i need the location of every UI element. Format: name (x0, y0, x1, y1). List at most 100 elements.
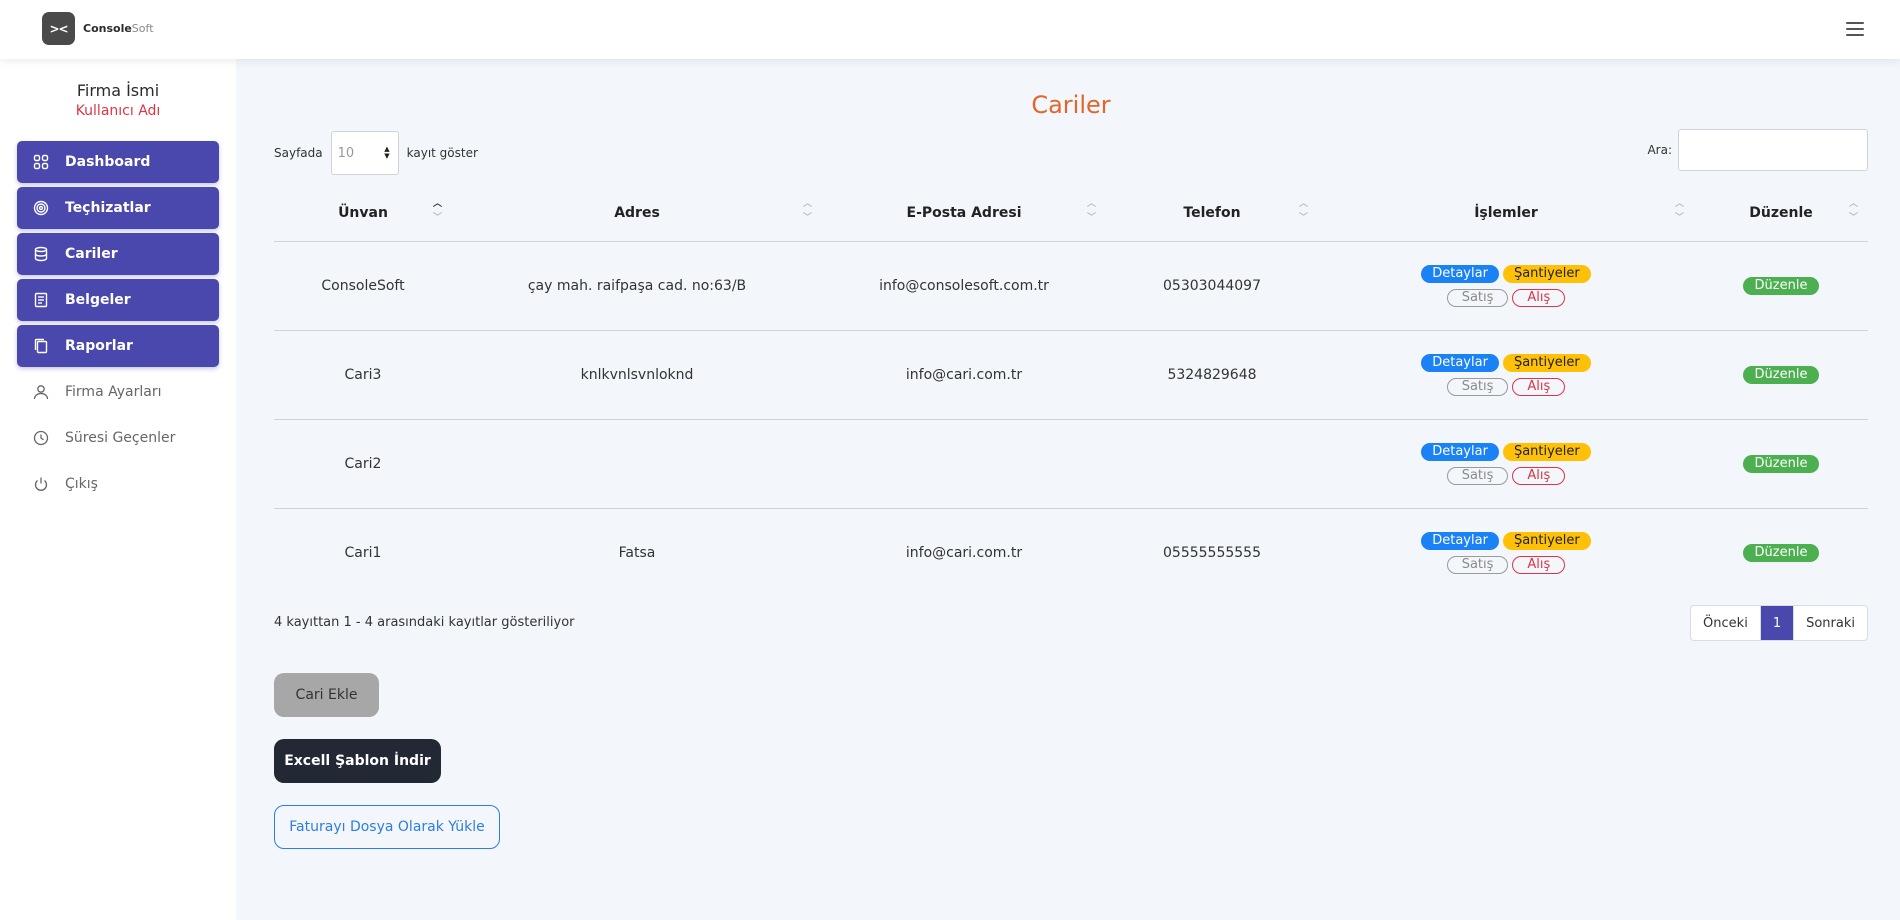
search-control: Ara: (1647, 129, 1868, 171)
clock-icon (33, 430, 49, 446)
page-title: Cariler (1031, 91, 1111, 119)
logo-text: ConsoleSoft (83, 22, 154, 35)
cell-eposta: info@cari.com.tr (822, 330, 1106, 420)
cell-islemler: Detaylar Şantiyeler Satış Alış (1318, 508, 1694, 597)
length-prefix: Sayfada (274, 146, 323, 160)
purchase-button[interactable]: Alış (1512, 288, 1566, 307)
purchase-button[interactable]: Alış (1512, 466, 1566, 485)
sidebar-item-suresi-gecenler[interactable]: Süresi Geçenler (17, 417, 219, 459)
sale-button[interactable]: Satış (1446, 288, 1509, 307)
sidebar-item-label: Teçhizatlar (65, 200, 151, 216)
cell-unvan: Cari2 (274, 419, 452, 509)
sale-button[interactable]: Satış (1446, 466, 1509, 485)
cell-islemler: Detaylar Şantiyeler Satış Alış (1318, 241, 1694, 331)
sites-button[interactable]: Şantiyeler (1502, 531, 1591, 550)
pagination: Önceki 1 Sonraki (1690, 605, 1868, 641)
database-icon (34, 246, 48, 262)
select-arrows-icon: ▲ ▼ (384, 145, 390, 160)
cell-eposta (822, 419, 1106, 509)
logo-mark: >< (42, 12, 75, 45)
upload-invoice-button[interactable]: Faturayı Dosya Olarak Yükle (274, 805, 500, 849)
cell-telefon: 05555555555 (1163, 544, 1261, 561)
column-header-unvan[interactable]: Ünvan ︿ ﹀ (274, 185, 452, 242)
sidebar-item-cikis[interactable]: Çıkış (17, 463, 219, 505)
sidebar-item-label: Cariler (65, 246, 118, 262)
page-length-value: 10 (337, 145, 355, 161)
cell-telefon: 5324829648 (1106, 330, 1318, 420)
sale-button[interactable]: Satış (1446, 555, 1509, 574)
column-header-duzenle[interactable]: Düzenle ︿ ﹀ (1694, 185, 1868, 242)
column-header-label: Telefon (1183, 204, 1241, 221)
user-name: Kullanıcı Adı (75, 103, 161, 119)
sort-icon: ︿ ﹀ (802, 199, 812, 223)
sidebar-item-techizatlar[interactable]: Teçhizatlar (17, 187, 219, 229)
pagination-previous[interactable]: Önceki (1691, 606, 1761, 640)
top-bar: >< ConsoleSoft (0, 0, 1900, 59)
sidebar-item-label: Çıkış (65, 476, 98, 492)
sort-icon: ︿ ﹀ (1848, 199, 1858, 223)
column-header-label: Adres (614, 204, 660, 221)
sidebar: Firma İsmi Kullanıcı Adı Dashboard Teçhi… (0, 59, 236, 920)
cell-duzenle: Düzenle (1694, 419, 1868, 509)
menu-toggle-icon[interactable] (1846, 22, 1864, 36)
table-row: Cari2 Detaylar Şantiyeler Satış Alış Düzenl… (274, 419, 1868, 509)
purchase-button[interactable]: Alış (1512, 555, 1566, 574)
sidebar-item-dashboard[interactable]: Dashboard (17, 141, 219, 183)
column-header-islemler[interactable]: İşlemler ︿ ﹀ (1318, 185, 1694, 242)
sort-icon: ︿ ﹀ (432, 199, 442, 223)
edit-button[interactable]: Düzenle (1742, 276, 1820, 295)
main-content: Cariler Sayfada 10 ▲ ▼ kayıt göster Ara: … (236, 59, 1900, 920)
document-icon (34, 292, 48, 308)
details-button[interactable]: Detaylar (1421, 531, 1499, 550)
sidebar-item-label: Firma Ayarları (65, 384, 162, 400)
target-icon (33, 200, 49, 216)
page-length-select[interactable]: 10 ▲ ▼ (330, 131, 399, 175)
cell-adres: çay mah. raifpaşa cad. no:63/B (452, 241, 822, 331)
column-header-eposta[interactable]: E-Posta Adresi ︿ ﹀ (822, 185, 1106, 242)
sidebar-item-label: Belgeler (65, 292, 131, 308)
details-button[interactable]: Detaylar (1421, 442, 1499, 461)
sale-button[interactable]: Satış (1446, 377, 1509, 396)
cell-duzenle: Düzenle (1694, 508, 1868, 597)
sites-button[interactable]: Şantiyeler (1502, 264, 1591, 283)
edit-button[interactable]: Düzenle (1742, 365, 1820, 384)
logo[interactable]: >< ConsoleSoft (42, 12, 154, 45)
cell-unvan: Cari1 (344, 544, 382, 561)
table-info: 4 kayıttan 1 - 4 arasındaki kayıtlar gös… (274, 615, 575, 630)
table-header-row: Ünvan ︿ ﹀ Adres ︿ ﹀ E-Posta Adresi ︿ ﹀ Telefon… (274, 185, 1868, 242)
cell-unvan: Cari3 (274, 330, 452, 420)
column-header-label: Düzenle (1749, 204, 1813, 221)
sidebar-item-belgeler[interactable]: Belgeler (17, 279, 219, 321)
column-header-adres[interactable]: Adres ︿ ﹀ (452, 185, 822, 242)
edit-button[interactable]: Düzenle (1742, 454, 1820, 473)
add-cari-button[interactable]: Cari Ekle (274, 673, 379, 717)
cell-unvan: ConsoleSoft (274, 241, 452, 331)
brand-light: Soft (131, 22, 154, 35)
cariler-table: Ünvan ︿ ﹀ Adres ︿ ﹀ E-Posta Adresi ︿ ﹀ Telefon… (274, 185, 1868, 597)
sidebar-item-raporlar[interactable]: Raporlar (17, 325, 219, 367)
pagination-next[interactable]: Sonraki (1793, 606, 1867, 640)
pagination-page-1[interactable]: 1 (1760, 606, 1794, 640)
sort-icon: ︿ ﹀ (1674, 199, 1684, 223)
sites-button[interactable]: Şantiyeler (1502, 353, 1591, 372)
cell-duzenle: Düzenle (1694, 241, 1868, 331)
sort-icon: ︿ ﹀ (1086, 199, 1096, 223)
purchase-button[interactable]: Alış (1512, 377, 1566, 396)
company-name: Firma İsmi (76, 81, 160, 100)
cell-duzenle: Düzenle (1694, 330, 1868, 420)
table-row: Cari1 Fatsa info@cari.com.tr 05555555555… (274, 508, 1868, 597)
search-label: Ara: (1647, 143, 1672, 157)
edit-button[interactable]: Düzenle (1742, 543, 1820, 562)
table-row: ConsoleSoft çay mah. raifpaşa cad. no:63… (274, 241, 1868, 331)
sites-button[interactable]: Şantiyeler (1502, 442, 1591, 461)
details-button[interactable]: Detaylar (1421, 353, 1499, 372)
download-excel-template-button[interactable]: Excell Şablon İndir (274, 739, 441, 783)
sidebar-item-label: Raporlar (65, 338, 133, 354)
sidebar-item-label: Dashboard (65, 154, 151, 170)
search-input[interactable] (1678, 129, 1868, 171)
details-button[interactable]: Detaylar (1421, 264, 1499, 283)
sidebar-item-firma-ayarlari[interactable]: Firma Ayarları (17, 371, 219, 413)
power-icon (34, 477, 48, 491)
sidebar-item-cariler[interactable]: Cariler (17, 233, 219, 275)
column-header-telefon[interactable]: Telefon ︿ ﹀ (1106, 185, 1318, 242)
